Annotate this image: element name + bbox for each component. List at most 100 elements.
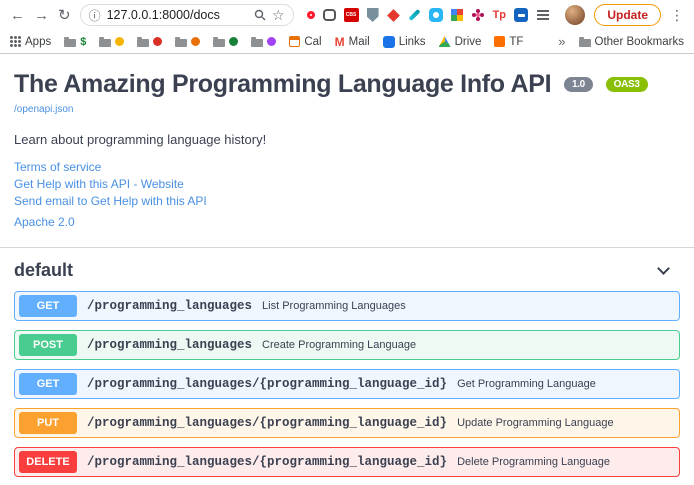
shield-extension-icon[interactable] [367, 8, 379, 22]
bookmark-apps[interactable]: Apps [10, 36, 51, 48]
bookmark-drive[interactable]: Drive [439, 36, 482, 48]
endpoint-summary: Get Programming Language [457, 378, 596, 390]
tp-extension-icon[interactable]: Tp [493, 9, 506, 21]
bookmarks-overflow-icon[interactable]: » [558, 34, 565, 49]
terms-of-service-link[interactable]: Terms of service [14, 160, 680, 174]
endpoint-path[interactable]: /programming_languages/{programming_lang… [87, 377, 447, 391]
emoji-icon [229, 37, 238, 46]
browser-menu-icon[interactable]: ⋮ [670, 7, 684, 24]
folder-icon [99, 39, 111, 47]
bookmark-label: Drive [455, 36, 482, 48]
bookmark-folder-dollar[interactable]: $ [64, 36, 86, 48]
endpoint-list: GET /programming_languages List Programm… [14, 291, 680, 477]
emoji-icon [153, 37, 162, 46]
chat-extension-icon[interactable] [323, 9, 336, 21]
flower-extension-icon[interactable] [476, 13, 480, 17]
bookmark-other-bookmarks[interactable]: Other Bookmarks [579, 36, 684, 48]
bookmark-cal[interactable]: Cal [289, 36, 321, 48]
endpoint-row-put-update[interactable]: PUT /programming_languages/{programming_… [14, 408, 680, 438]
endpoint-path[interactable]: /programming_languages/{programming_lang… [87, 455, 447, 469]
url-text[interactable]: 127.0.0.1:8000/docs [107, 8, 248, 22]
page-info-icon[interactable]: ⓘ [89, 7, 101, 24]
gmail-icon: M [335, 35, 345, 49]
folder-icon [213, 39, 225, 47]
folder-icon [64, 39, 76, 47]
emoji-icon [115, 37, 124, 46]
bookmark-folder-3[interactable] [175, 36, 200, 47]
diamond-extension-icon[interactable] [387, 9, 400, 22]
get-help-website-link[interactable]: Get Help with this API - Website [14, 177, 680, 191]
opera-extension-icon[interactable] [307, 11, 315, 19]
pixel-extension-icon[interactable] [451, 9, 463, 21]
cbs-extension-icon[interactable]: CBS [344, 8, 359, 22]
endpoint-summary: List Programming Languages [262, 300, 406, 312]
calendar-icon [289, 36, 300, 47]
bookmark-mail[interactable]: M Mail [335, 35, 370, 49]
method-badge: POST [19, 334, 77, 356]
method-badge: DELETE [19, 451, 77, 473]
endpoint-summary: Create Programming Language [262, 339, 416, 351]
endpoint-summary: Update Programming Language [457, 417, 614, 429]
emoji-icon [191, 37, 200, 46]
blue-app-extension-icon[interactable] [514, 8, 528, 22]
api-description: Learn about programming language history… [14, 132, 680, 147]
update-button[interactable]: Update [594, 4, 661, 26]
endpoint-row-get-list[interactable]: GET /programming_languages List Programm… [14, 291, 680, 321]
camera-extension-icon[interactable] [429, 8, 443, 22]
endpoint-row-get-one[interactable]: GET /programming_languages/{programming_… [14, 369, 680, 399]
bookmark-label: Links [399, 36, 426, 48]
bookmark-folder-1[interactable] [99, 36, 124, 47]
bookmark-folder-2[interactable] [137, 36, 162, 47]
license-link[interactable]: Apache 2.0 [14, 215, 680, 229]
forward-icon[interactable]: → [34, 8, 49, 23]
bookmark-folder-4[interactable] [213, 36, 238, 47]
page-title: The Amazing Programming Language Info AP… [14, 70, 680, 99]
oas3-badge: OAS3 [606, 77, 648, 92]
folder-icon [251, 39, 263, 47]
endpoint-path[interactable]: /programming_languages [87, 299, 252, 313]
bookmark-label: Cal [304, 36, 321, 48]
bookmark-label: TF [509, 36, 523, 48]
version-badge: 1.0 [564, 77, 593, 92]
send-email-link[interactable]: Send email to Get Help with this API [14, 194, 680, 208]
bookmark-folder-5[interactable] [251, 36, 276, 47]
openapi-json-link[interactable]: /openapi.json [14, 104, 74, 115]
apps-grid-icon [10, 36, 21, 47]
folder-icon [137, 39, 149, 47]
method-badge: GET [19, 373, 77, 395]
section-default-header[interactable]: default [14, 248, 680, 291]
back-icon[interactable]: ← [10, 8, 25, 23]
reload-icon[interactable]: ↻ [58, 8, 71, 23]
drive-icon [439, 36, 451, 47]
links-icon [383, 36, 395, 48]
bookmark-star-icon[interactable]: ☆ [272, 7, 285, 24]
bookmarks-bar: Apps $ Cal M Mail Links Drive T [0, 30, 694, 54]
endpoint-row-delete[interactable]: DELETE /programming_languages/{programmi… [14, 447, 680, 477]
endpoint-summary: Delete Programming Language [457, 456, 610, 468]
profile-avatar[interactable] [565, 5, 585, 25]
method-badge: PUT [19, 412, 77, 434]
endpoint-row-post-create[interactable]: POST /programming_languages Create Progr… [14, 330, 680, 360]
bookmark-label: Apps [25, 36, 51, 48]
bookmark-tf[interactable]: TF [494, 36, 523, 48]
bookmark-label: Other Bookmarks [595, 36, 684, 48]
bookmark-label: Mail [349, 36, 370, 48]
chevron-down-icon[interactable] [657, 262, 670, 275]
section-title: default [14, 260, 73, 281]
list-extension-icon[interactable] [537, 10, 549, 12]
endpoint-path[interactable]: /programming_languages/{programming_lang… [87, 416, 447, 430]
method-badge: GET [19, 295, 77, 317]
folder-icon [175, 39, 187, 47]
bookmark-label: $ [80, 36, 86, 48]
tf-icon [494, 36, 505, 47]
swagger-ui: The Amazing Programming Language Info AP… [0, 54, 694, 477]
api-title-text: The Amazing Programming Language Info AP… [14, 70, 551, 98]
pen-extension-icon[interactable] [408, 9, 420, 21]
address-bar[interactable]: ⓘ 127.0.0.1:8000/docs ☆ [80, 4, 294, 26]
search-icon[interactable] [254, 9, 266, 21]
folder-icon [579, 39, 591, 47]
bookmark-links[interactable]: Links [383, 36, 426, 48]
endpoint-path[interactable]: /programming_languages [87, 338, 252, 352]
browser-toolbar: ← → ↻ ⓘ 127.0.0.1:8000/docs ☆ CBS Tp Upd… [0, 0, 694, 30]
emoji-icon [267, 37, 276, 46]
